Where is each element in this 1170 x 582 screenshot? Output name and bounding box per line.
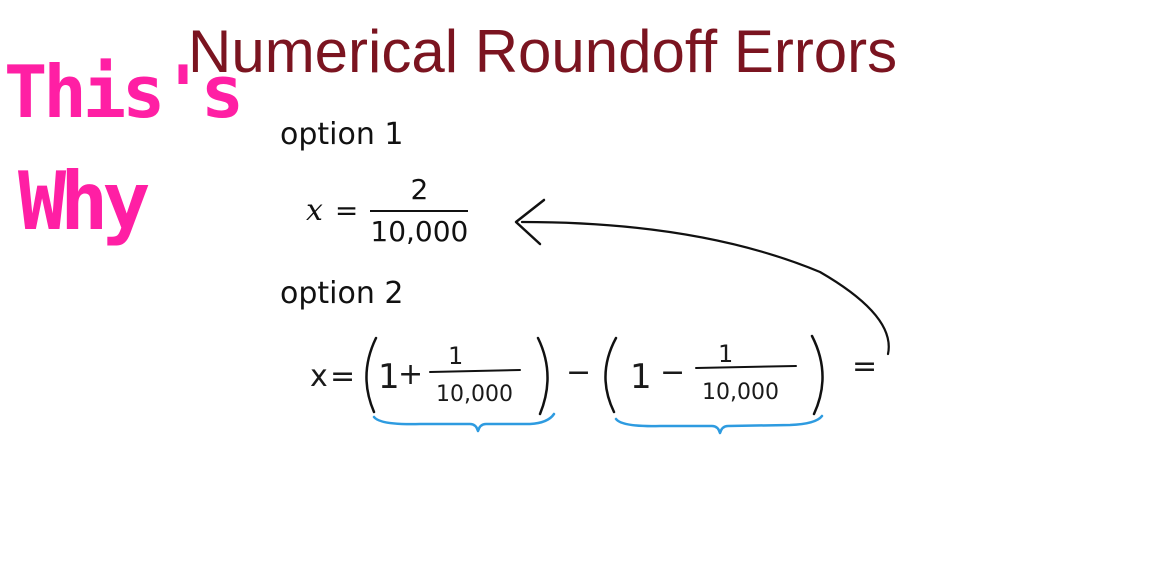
left-paren-2 (604, 336, 618, 414)
fraction-bar-b (695, 365, 797, 369)
left-paren-1 (365, 336, 378, 414)
right-paren-2 (810, 334, 824, 416)
fraction-bar-a (429, 369, 521, 373)
right-paren-1 (536, 336, 549, 416)
ink-strokes (365, 198, 890, 435)
brace-2 (614, 414, 824, 435)
arrow-curve (520, 220, 890, 356)
brace-1 (372, 412, 556, 433)
